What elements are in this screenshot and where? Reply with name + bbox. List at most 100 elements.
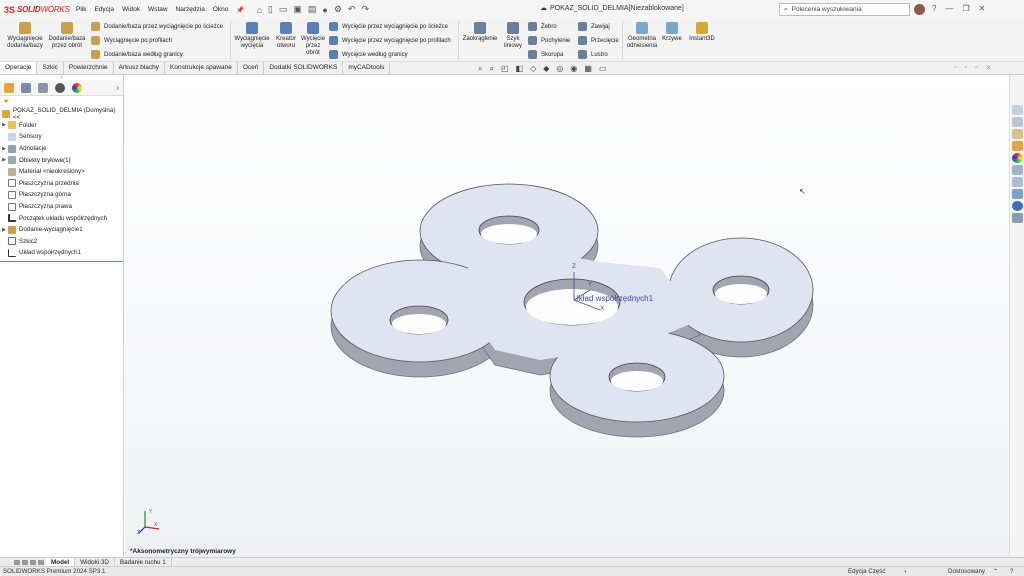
command-search-input[interactable]: ⌕ Polecenia wyszukiwania [779, 3, 910, 16]
hole-wizard-button[interactable]: Kreator otworu [272, 22, 300, 50]
fillet-button[interactable]: Zaokrąglenie [460, 22, 500, 43]
customize-dropdown[interactable]: Dostosowany [948, 568, 985, 575]
tree-item-material[interactable]: Materiał <nieokreślony> [0, 166, 123, 178]
boundary-boss-button[interactable]: Dodanie/baza według granicy [91, 50, 183, 59]
expand-pane-icon[interactable] [1011, 213, 1023, 223]
expand-arrow-icon[interactable]: ▶ [0, 157, 8, 163]
user-avatar[interactable] [914, 4, 925, 15]
help-globe-icon[interactable] [1011, 201, 1023, 211]
displaymanager-tab-icon[interactable] [72, 82, 82, 93]
open-icon[interactable]: ▭ [279, 4, 288, 15]
curves-button[interactable]: Krzywe [661, 22, 683, 43]
save-icon[interactable]: ▣ [293, 4, 302, 15]
view-settings-icon[interactable]: ▭ [599, 64, 607, 74]
expand-arrow-icon[interactable]: ▶ [0, 227, 8, 233]
file-explorer-icon[interactable] [1011, 129, 1023, 139]
menu-tools[interactable]: Narzędzia [172, 6, 209, 14]
reference-geometry-button[interactable]: Geometria odniesienia [624, 22, 660, 50]
zoom-area-icon[interactable]: ⌕ [489, 64, 493, 74]
tab-solidworks-addins[interactable]: Dodatki SOLIDWORKS [264, 62, 344, 74]
menu-insert[interactable]: Wstaw [144, 6, 172, 14]
toolbox-icon[interactable] [1011, 189, 1023, 199]
restore-icon[interactable]: ❐ [962, 4, 969, 13]
scene-icon[interactable]: ▦ [584, 64, 592, 74]
propertymanager-tab-icon[interactable] [21, 82, 31, 93]
expand-arrow-icon[interactable]: ▶ [0, 122, 8, 128]
extrude-boss-button[interactable]: Wyciągnięcie dodania/bazy [4, 22, 46, 50]
chevron-right-icon[interactable]: › [116, 83, 119, 92]
tree-item-folder[interactable]: ▶ Folder [0, 120, 123, 132]
revolve-cut-button[interactable]: Wycięcie przez obrót [300, 22, 326, 57]
rebuild-icon[interactable]: ● [322, 5, 327, 15]
design-library-icon[interactable] [1011, 117, 1023, 127]
solidworks-resources-icon[interactable] [1011, 105, 1023, 115]
tree-root-part[interactable]: POKAZ_SOLID_DELMIA (Domyślna) << [0, 107, 123, 121]
menu-edit[interactable]: Edycja [90, 6, 118, 14]
revolve-boss-button[interactable]: Dodanie/baza przez obrót [46, 22, 88, 50]
instant3d-button[interactable]: Instant3D [686, 22, 718, 43]
intersect-button[interactable]: Przecięcie [578, 36, 619, 45]
draft-button[interactable]: Pochylenie [528, 36, 570, 45]
dimxpert-tab-icon[interactable] [55, 82, 65, 93]
print-icon[interactable]: ▤ [308, 4, 317, 15]
configurationmanager-tab-icon[interactable] [38, 82, 48, 93]
doc-close-icon[interactable]: ✕ [985, 64, 991, 72]
hide-show-icon[interactable]: ◎ [556, 64, 563, 74]
menu-view[interactable]: Widok [118, 6, 144, 14]
pin-icon[interactable]: 📌 [232, 6, 248, 14]
home-icon[interactable]: ⌂ [256, 5, 261, 15]
tab-evaluate[interactable]: Oceń [238, 62, 265, 74]
wrap-button[interactable]: Zawijaj [578, 22, 610, 31]
tree-item-sketch2[interactable]: Szkic2 [0, 236, 123, 248]
previous-view-icon[interactable]: ◰ [501, 64, 509, 74]
mirror-button[interactable]: Lustro [578, 50, 608, 59]
chevron-up-icon[interactable]: ⌃ [993, 568, 998, 575]
tree-item-sensors[interactable]: Sensory [0, 131, 123, 143]
doc-tile-icon[interactable]: ▫ [964, 64, 966, 72]
custom-properties-icon[interactable] [1011, 165, 1023, 175]
zoom-to-fit-icon[interactable]: ⌕ [478, 64, 482, 74]
loft-cut-button[interactable]: Wycięcie przez wyciągnięcie po profilach [329, 36, 451, 45]
tab-surfaces[interactable]: Powierzchnie [64, 62, 114, 74]
extrude-cut-button[interactable]: Wyciągnięcie wycięcia [232, 22, 272, 50]
tree-item-origin[interactable]: Początek układu współrzędnych [0, 212, 123, 224]
tab-sheet-metal[interactable]: Arkusz blachy [114, 62, 166, 74]
section-view-icon[interactable]: ◧ [516, 64, 524, 74]
view-orientation-icon[interactable]: ◇ [530, 64, 536, 74]
tree-item-coordinate-system[interactable]: Układ współrzędnych1 [0, 247, 123, 259]
sweep-boss-button[interactable]: Dodanie/baza przez wyciągnięcie po ścież… [91, 22, 223, 31]
doc-restore-icon[interactable]: ▫ [975, 64, 977, 72]
redo-icon[interactable]: ↷ [361, 4, 369, 15]
menu-file[interactable]: Plik [72, 6, 90, 14]
tab-sketch[interactable]: Szkic [37, 62, 64, 74]
tree-item-boss-extrude[interactable]: ▶ Dodanie-wyciągnięcie1 [0, 224, 123, 236]
rib-button[interactable]: Żebro [528, 22, 557, 31]
minimize-icon[interactable]: — [945, 4, 953, 13]
tree-item-annotations[interactable]: ▶ Adnotacje [0, 143, 123, 155]
linear-pattern-button[interactable]: Szyk liniowy [501, 22, 525, 50]
boundary-cut-button[interactable]: Wycięcie według granicy [329, 50, 408, 59]
expand-arrow-icon[interactable]: ▶ [0, 146, 8, 152]
loft-boss-button[interactable]: Wyciągnięcie po profilach [91, 36, 172, 45]
graphics-area[interactable]: Z X Y Układ współrzędnych1 ↖ X Y Z [125, 75, 1009, 557]
tab-weldments[interactable]: Konstrukcje spawane [165, 62, 238, 74]
tree-item-top-plane[interactable]: Płaszczyzna górna [0, 189, 123, 201]
close-icon[interactable]: ✕ [979, 4, 986, 13]
menu-window[interactable]: Okno [209, 6, 233, 14]
tree-item-front-plane[interactable]: Płaszczyzna przednia [0, 178, 123, 190]
help-icon[interactable]: ? [932, 4, 936, 13]
options-gear-icon[interactable]: ⚙ [334, 4, 342, 15]
undo-icon[interactable]: ↶ [348, 4, 356, 15]
appearance-icon[interactable]: ◉ [570, 64, 577, 74]
part-model[interactable] [125, 75, 1009, 557]
tab-scroll-arrows[interactable] [0, 559, 46, 565]
tree-item-solid-bodies[interactable]: ▶ Obiekty bryłowe(1) [0, 154, 123, 166]
appearances-icon[interactable] [1011, 153, 1023, 163]
tab-mycadtools[interactable]: myCADtools [343, 62, 391, 74]
featuremanager-tab-icon[interactable] [4, 82, 14, 93]
forum-icon[interactable] [1011, 177, 1023, 187]
tree-item-right-plane[interactable]: Płaszczyzna prawa [0, 201, 123, 213]
sweep-cut-button[interactable]: Wycięcie przez wyciągnięcie po ścieżce [329, 22, 448, 31]
view-palette-icon[interactable] [1011, 141, 1023, 151]
shell-button[interactable]: Skorupa [528, 50, 563, 59]
